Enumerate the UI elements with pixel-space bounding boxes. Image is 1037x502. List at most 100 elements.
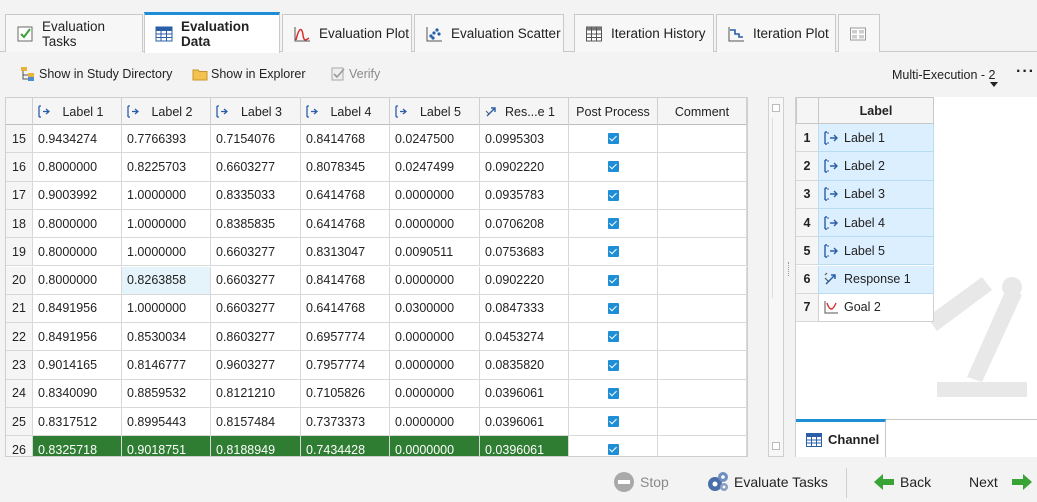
table-cell[interactable]: 0.0090511 <box>390 238 480 266</box>
table-cell[interactable]: 0.0706208 <box>480 209 569 238</box>
column-header[interactable]: Comment <box>658 98 747 125</box>
table-cell[interactable]: 0.6957774 <box>301 323 390 351</box>
table-cell[interactable]: 0.9434274 <box>33 125 122 153</box>
post-process-checkbox[interactable] <box>607 331 619 343</box>
comment-cell[interactable] <box>658 266 747 294</box>
row-number[interactable]: 19 <box>6 238 33 266</box>
table-cell[interactable]: 0.8414768 <box>301 125 390 153</box>
channel-item[interactable]: 5 Label 5 <box>796 237 934 266</box>
table-cell[interactable]: 0.8188949 <box>211 436 301 456</box>
table-cell[interactable]: 0.8000000 <box>33 238 122 266</box>
post-process-checkbox[interactable] <box>607 246 619 258</box>
channel-item[interactable]: 1 Label 1 <box>796 124 934 153</box>
table-cell[interactable]: 0.8603277 <box>211 323 301 351</box>
table-cell[interactable]: 0.8340090 <box>33 379 122 407</box>
post-process-checkbox[interactable] <box>607 133 619 145</box>
table-cell[interactable]: 0.8530034 <box>122 323 211 351</box>
row-number[interactable]: 15 <box>6 125 33 153</box>
row-number[interactable]: 26 <box>6 436 33 456</box>
table-cell[interactable]: 0.0847333 <box>480 294 569 323</box>
tab-iteration-plot[interactable]: Iteration Plot <box>716 14 836 52</box>
tab-channel[interactable]: Channel <box>796 419 886 457</box>
column-header[interactable]: Label 5 <box>390 98 480 125</box>
table-row[interactable]: 22 0.8491956 0.8530034 0.8603277 0.6957774 0.… <box>6 323 747 352</box>
channel-item[interactable]: 3 Label 3 <box>796 180 934 209</box>
channel-label-cell[interactable]: Label 3 <box>818 180 934 209</box>
table-cell[interactable]: 0.8335033 <box>211 181 301 209</box>
table-cell[interactable]: 0.8491956 <box>33 294 122 323</box>
table-cell[interactable]: 0.0000000 <box>390 408 480 436</box>
row-number[interactable]: 17 <box>6 181 33 209</box>
post-process-checkbox[interactable] <box>607 218 619 230</box>
table-cell[interactable]: 0.0000000 <box>390 266 480 294</box>
comment-cell[interactable] <box>658 181 747 209</box>
table-cell[interactable]: 0.8414768 <box>301 266 390 294</box>
post-process-checkbox[interactable] <box>607 274 619 286</box>
column-header[interactable]: Label 4 <box>301 98 390 125</box>
table-cell[interactable]: 0.8263858 <box>122 266 211 294</box>
tab-evaluation-tasks[interactable]: Evaluation Tasks <box>5 14 143 52</box>
table-cell[interactable]: 0.0935783 <box>480 181 569 209</box>
channel-item[interactable]: 2 Label 2 <box>796 152 934 181</box>
table-cell[interactable]: 0.0247499 <box>390 153 480 181</box>
comment-cell[interactable] <box>658 323 747 351</box>
table-cell[interactable]: 0.0000000 <box>390 181 480 209</box>
table-cell[interactable]: 0.9603277 <box>211 351 301 379</box>
table-cell[interactable]: 0.6603277 <box>211 153 301 181</box>
table-cell[interactable]: 0.0902220 <box>480 266 569 294</box>
chevron-down-icon[interactable] <box>990 82 998 87</box>
table-row[interactable]: 18 0.8000000 1.0000000 0.8385835 0.6414768 0.… <box>6 209 747 239</box>
table-cell[interactable]: 0.8157484 <box>211 408 301 436</box>
table-cell[interactable]: 0.8859532 <box>122 379 211 407</box>
column-header[interactable]: Res...e 1 <box>480 98 569 125</box>
column-header[interactable]: Post Process <box>569 98 658 125</box>
tab-iteration-history[interactable]: Iteration History <box>574 14 714 52</box>
show-in-explorer-button[interactable]: Show in Explorer <box>192 66 306 82</box>
table-cell[interactable]: 0.8000000 <box>33 209 122 238</box>
table-cell[interactable]: 0.6603277 <box>211 238 301 266</box>
channel-item[interactable]: 6 Response 1 <box>796 265 934 294</box>
channel-label-cell[interactable]: Response 1 <box>818 265 934 294</box>
channel-label-cell[interactable]: Goal 2 <box>818 293 934 323</box>
table-cell[interactable]: 0.8121210 <box>211 379 301 407</box>
column-header[interactable]: Label 1 <box>33 98 122 125</box>
row-number[interactable]: 25 <box>6 408 33 436</box>
table-cell[interactable]: 0.0247500 <box>390 125 480 153</box>
table-cell[interactable]: 1.0000000 <box>122 209 211 238</box>
table-cell[interactable]: 0.8225703 <box>122 153 211 181</box>
table-cell[interactable]: 1.0000000 <box>122 294 211 323</box>
verify-button[interactable]: Verify <box>330 66 380 82</box>
comment-cell[interactable] <box>658 436 747 456</box>
column-header[interactable]: Label 3 <box>211 98 301 125</box>
comment-cell[interactable] <box>658 209 747 238</box>
scroll-down-button[interactable] <box>772 442 780 450</box>
table-cell[interactable]: 0.8325718 <box>33 436 122 456</box>
table-row[interactable]: 26 0.8325718 0.9018751 0.8188949 0.7434428 0.… <box>6 436 747 456</box>
stop-button[interactable]: Stop <box>612 470 669 494</box>
comment-cell[interactable] <box>658 351 747 379</box>
post-process-checkbox[interactable] <box>607 444 619 456</box>
table-row[interactable]: 20 0.8000000 0.8263858 0.6603277 0.8414768 0.… <box>6 266 747 295</box>
table-cell[interactable]: 0.0396061 <box>480 436 569 456</box>
comment-cell[interactable] <box>658 153 747 181</box>
tab-extra-view[interactable] <box>838 14 880 52</box>
channel-label-cell[interactable]: Label 2 <box>818 152 934 181</box>
table-row[interactable]: 16 0.8000000 0.8225703 0.6603277 0.8078345 0.… <box>6 153 747 182</box>
comment-cell[interactable] <box>658 125 747 153</box>
comment-cell[interactable] <box>658 408 747 436</box>
table-cell[interactable]: 0.0902220 <box>480 153 569 181</box>
table-cell[interactable]: 0.0396061 <box>480 379 569 407</box>
table-cell[interactable]: 0.0753683 <box>480 238 569 266</box>
table-cell[interactable]: 1.0000000 <box>122 238 211 266</box>
table-row[interactable]: 23 0.9014165 0.8146777 0.9603277 0.7957774 0.… <box>6 351 747 380</box>
post-process-checkbox[interactable] <box>607 189 619 201</box>
table-row[interactable]: 19 0.8000000 1.0000000 0.6603277 0.8313047 0.… <box>6 238 747 267</box>
row-number[interactable]: 21 <box>6 294 33 323</box>
table-cell[interactable]: 0.0300000 <box>390 294 480 323</box>
table-cell[interactable]: 0.0995303 <box>480 125 569 153</box>
table-cell[interactable]: 0.6603277 <box>211 266 301 294</box>
table-cell[interactable]: 0.8000000 <box>33 153 122 181</box>
channel-item[interactable]: 4 Label 4 <box>796 208 934 238</box>
table-row[interactable]: 15 0.9434274 0.7766393 0.7154076 0.8414768 0.… <box>6 125 747 154</box>
show-in-study-directory-button[interactable]: Show in Study Directory <box>20 66 172 82</box>
